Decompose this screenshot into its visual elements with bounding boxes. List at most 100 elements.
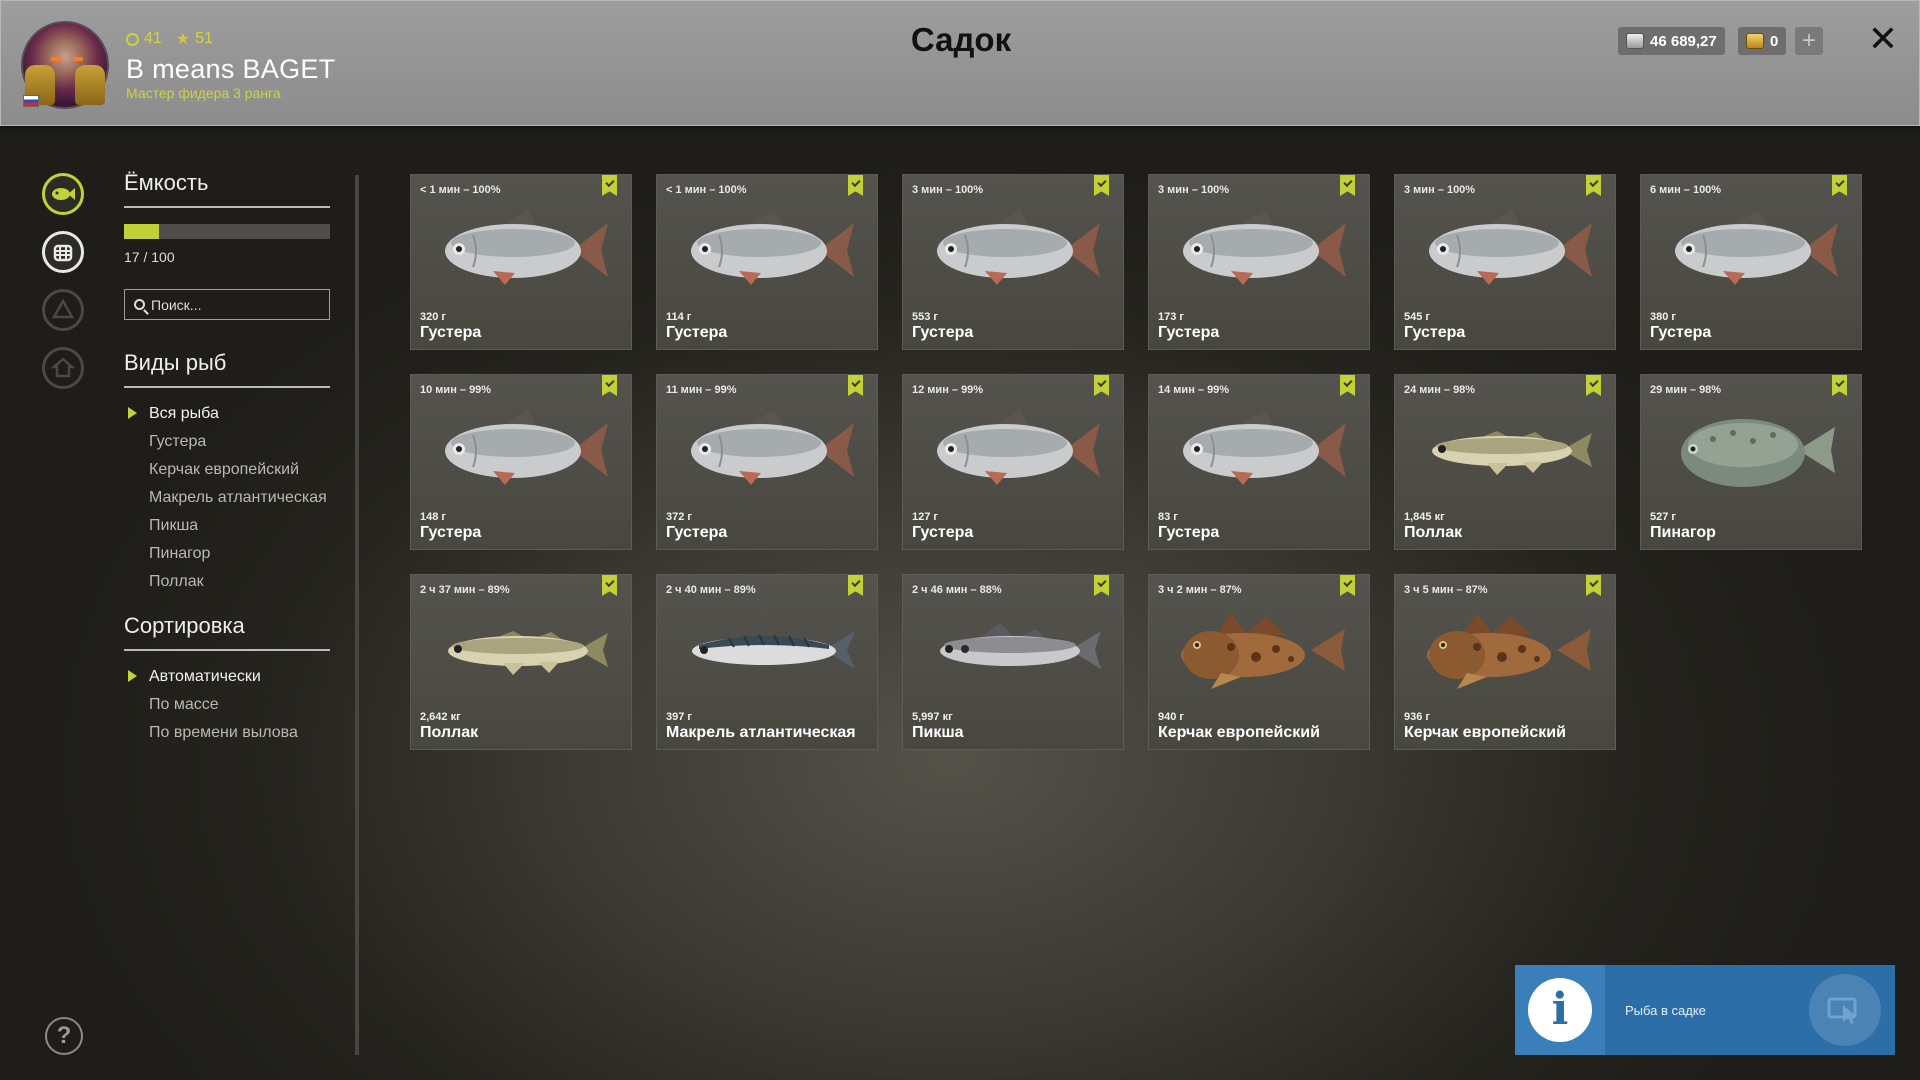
bookmark-icon[interactable] [1094,575,1109,596]
notification-toast[interactable]: i Рыба в садке [1515,965,1895,1055]
bookmark-icon[interactable] [1832,375,1847,396]
fish-weight: 372 г [666,511,692,523]
catch-time: 3 ч 2 мин – 87% [1158,584,1242,596]
species-title: Виды рыб [124,350,330,388]
sort-option[interactable]: По массе [124,695,330,714]
fish-weight: 5,997 кг [912,711,953,723]
country-flag-icon [23,95,39,107]
catch-time: 6 мин – 100% [1650,184,1722,196]
species-filter-item[interactable]: Вся рыба [124,404,330,423]
fish-card[interactable]: < 1 мин – 100% 114 г Густера [656,174,878,350]
species-filter-item[interactable]: Густера [124,432,330,451]
plus-icon: + [1801,27,1816,54]
add-currency-button[interactable]: + [1795,27,1823,55]
catch-time: 14 мин – 99% [1158,384,1230,396]
fish-card[interactable]: 3 ч 2 мин – 87% 940 г Керчак европейский [1148,574,1370,750]
fish-weight: 173 г [1158,311,1184,323]
fish-card[interactable]: 3 мин – 100% 553 г Густера [902,174,1124,350]
bookmark-icon[interactable] [848,575,863,596]
bookmark-icon[interactable] [848,175,863,196]
fish-card[interactable]: 2 ч 40 мин – 89% 397 г Макрель атлантиче… [656,574,878,750]
fish-card[interactable]: 3 ч 5 мин – 87% 936 г Керчак европейский [1394,574,1616,750]
bookmark-icon[interactable] [602,375,617,396]
fish-card[interactable]: 11 мин – 99% 372 г Густера [656,374,878,550]
catch-time: 11 мин – 99% [666,384,737,396]
fish-name: Керчак европейский [1404,724,1566,741]
fish-name: Густера [912,524,974,541]
avatar-armor [75,65,105,105]
species-filter-item[interactable]: Пинагор [124,544,330,563]
help-button[interactable]: ? [45,1017,83,1055]
fish-card[interactable]: 6 мин – 100% 380 г Густера [1640,174,1862,350]
bookmark-icon[interactable] [1094,175,1109,196]
fish-weight: 83 г [1158,511,1178,523]
fish-weight: 553 г [912,311,938,323]
bookmark-icon[interactable] [848,375,863,396]
fish-card[interactable]: 3 мин – 100% 545 г Густера [1394,174,1616,350]
fish-card[interactable]: 29 мин – 98% 527 г Пинагор [1640,374,1862,550]
fish-tab[interactable] [42,173,84,215]
trophy-tab[interactable] [42,289,84,331]
home-tab[interactable] [42,347,84,389]
silver-balance-value: 46 689,27 [1650,32,1717,50]
sort-option[interactable]: По времени вылова [124,723,330,742]
fish-weight: 2,642 кг [420,711,461,723]
species-filter-item[interactable]: Пикша [124,516,330,535]
catch-time: 29 мин – 98% [1650,384,1722,396]
bookmark-icon[interactable] [602,175,617,196]
catch-time: 10 мин – 99% [420,384,492,396]
fish-name: Густера [1650,324,1712,341]
search-field[interactable] [124,289,330,320]
catch-time: 2 ч 37 мин – 89% [420,584,510,596]
catch-time: < 1 мин – 100% [666,184,747,196]
fish-card[interactable]: 14 мин – 99% 83 г Густера [1148,374,1370,550]
fish-weight: 114 г [666,311,692,323]
bookmark-icon[interactable] [1094,375,1109,396]
silver-balance: 46 689,27 [1618,27,1725,55]
bookmark-icon[interactable] [1586,175,1601,196]
species-filter-item[interactable]: Поллак [124,572,330,591]
fish-weight: 148 г [420,511,446,523]
sort-option[interactable]: Автоматически [124,667,330,686]
fish-card[interactable]: 12 мин – 99% 127 г Густера [902,374,1124,550]
home-icon [51,357,75,378]
fish-grid: < 1 мин – 100% 320 г Густера < 1 мин – 1… [410,174,1862,750]
keepnet-icon [53,244,73,262]
bookmark-icon[interactable] [1340,575,1355,596]
capacity-text: 17 / 100 [124,249,175,265]
species-filter-item[interactable]: Керчак европейский [124,460,330,479]
bookmark-icon[interactable] [602,575,617,596]
fish-name: Густера [666,524,728,541]
catch-time: < 1 мин – 100% [420,184,501,196]
fish-card[interactable]: 10 мин – 99% 148 г Густера [410,374,632,550]
bookmark-icon[interactable] [1832,175,1847,196]
fish-name: Поллак [1404,524,1463,541]
fish-weight: 127 г [912,511,938,523]
fish-weight: 545 г [1404,311,1430,323]
notification-icon-box: i [1515,965,1605,1055]
bookmark-icon[interactable] [1340,175,1355,196]
bookmark-icon[interactable] [1340,375,1355,396]
close-button[interactable]: ✕ [1863,19,1903,59]
catch-time: 3 мин – 100% [1404,184,1476,196]
bookmark-icon[interactable] [1586,575,1601,596]
fish-card[interactable]: 2 ч 37 мин – 89% 2,642 кг Поллак [410,574,632,750]
panel-divider [355,175,359,1055]
fish-card[interactable]: < 1 мин – 100% 320 г Густера [410,174,632,350]
catch-time: 2 ч 40 мин – 89% [666,584,756,596]
capacity-bar [124,224,330,239]
species-filter-item[interactable]: Макрель атлантическая [124,488,330,507]
notification-text: Рыба в садке [1625,1002,1706,1018]
keepnet-tab[interactable] [42,231,84,273]
fish-card[interactable]: 2 ч 46 мин – 88% 5,997 кг Пикша [902,574,1124,750]
species-list: Вся рыба Густера Керчак европейский Макрель… [124,404,330,591]
fish-name: Керчак европейский [1158,724,1320,741]
bookmark-icon[interactable] [1586,375,1601,396]
info-icon: i [1528,978,1592,1042]
help-icon: ? [56,1022,72,1049]
search-input[interactable] [151,296,321,313]
fish-card[interactable]: 24 мин – 98% 1,845 кг Поллак [1394,374,1616,550]
fish-weight: 320 г [420,311,446,323]
fish-weight: 1,845 кг [1404,511,1445,523]
fish-card[interactable]: 3 мин – 100% 173 г Густера [1148,174,1370,350]
